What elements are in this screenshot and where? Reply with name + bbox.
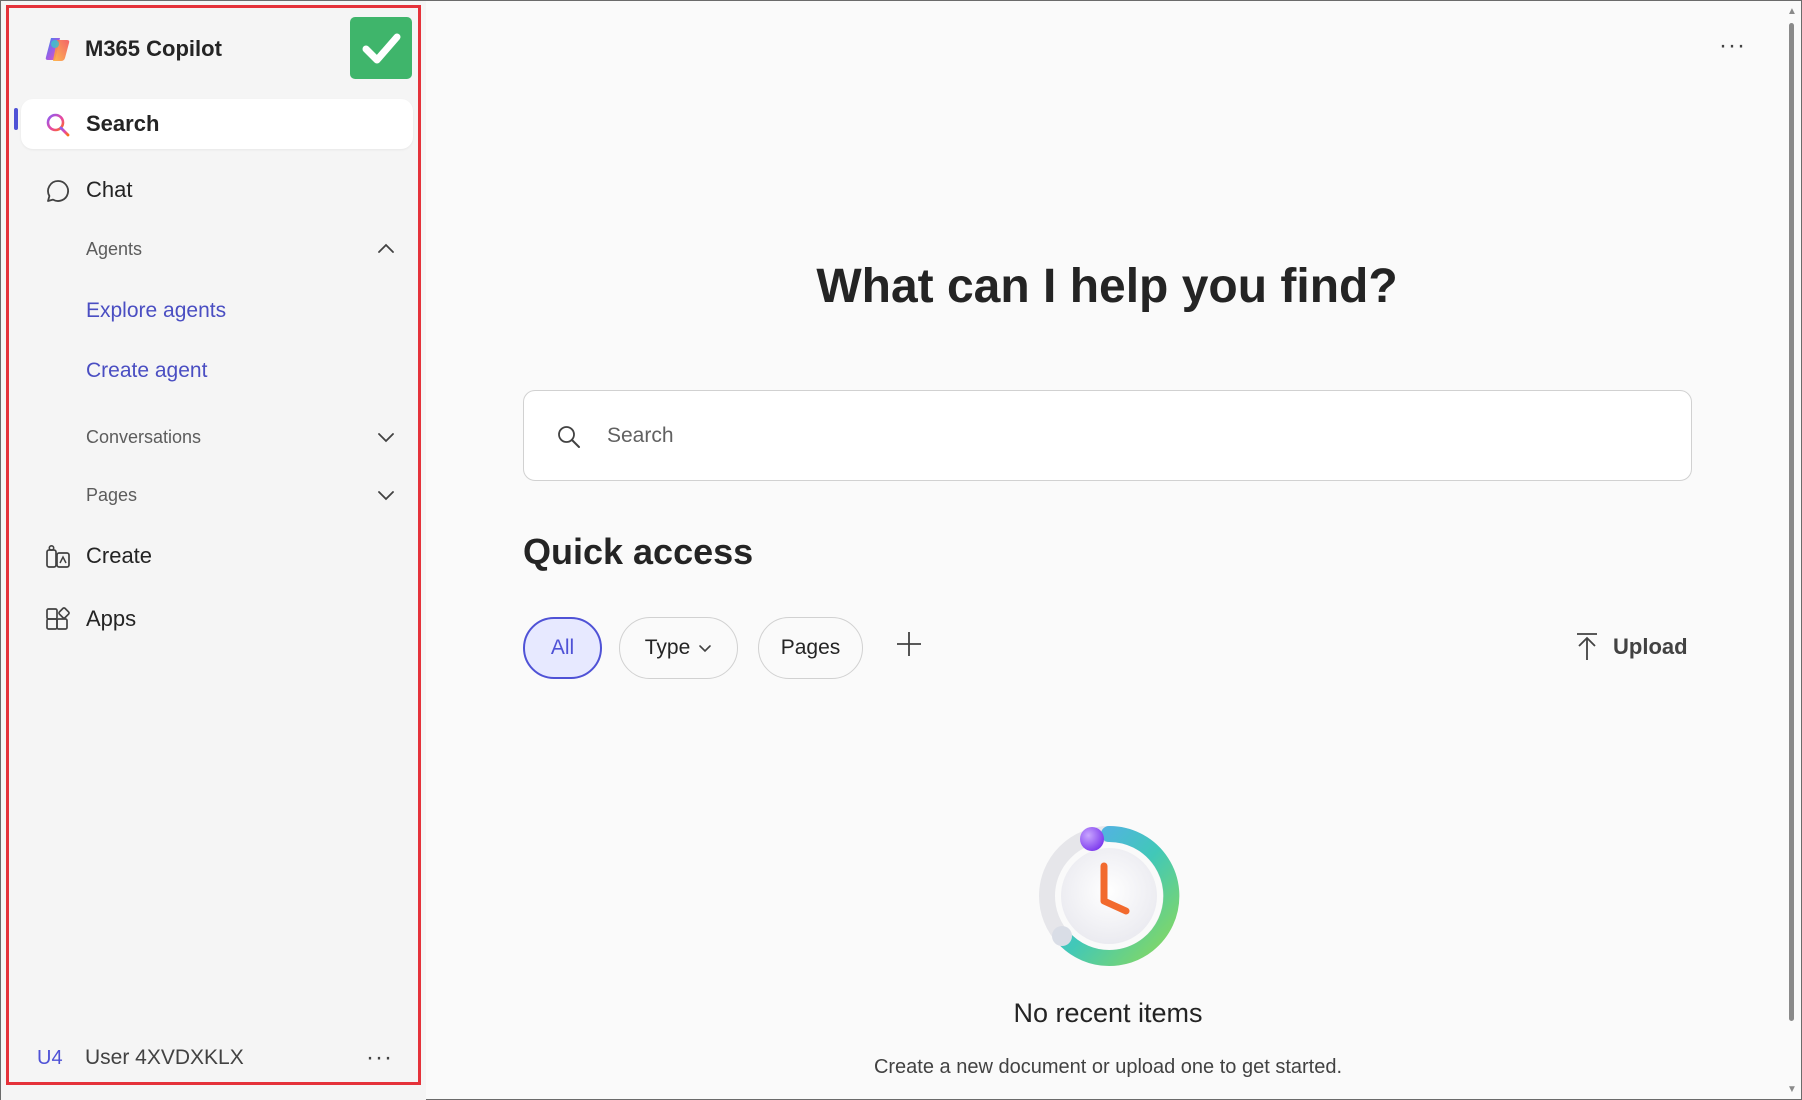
upload-button[interactable]: Upload (1575, 629, 1688, 665)
sidebar-item-label: Chat (86, 177, 133, 202)
sidebar-item-create[interactable]: Create (21, 531, 413, 581)
explore-agents-link[interactable]: Explore agents (86, 299, 226, 323)
user-name: User 4XVDXKLX (85, 1046, 244, 1069)
sidebar-item-apps[interactable]: Apps (21, 594, 413, 644)
section-label: Conversations (86, 426, 202, 447)
chevron-up-icon (378, 243, 394, 253)
upload-label: Upload (1613, 634, 1688, 659)
filter-pages-button[interactable]: Pages (758, 617, 863, 679)
brand: M365 Copilot (43, 29, 222, 69)
filter-all-button[interactable]: All (523, 617, 602, 679)
active-indicator (14, 108, 18, 130)
more-options-button[interactable]: ··· (1719, 34, 1746, 58)
copilot-logo-icon (45, 38, 70, 61)
create-icon (46, 544, 70, 568)
search-icon (46, 113, 70, 137)
recent-clock-icon (1039, 825, 1180, 966)
section-label: Pages (86, 484, 138, 505)
sidebar-section-pages[interactable]: Pages (86, 475, 396, 515)
page-title: What can I help you find? (816, 260, 1398, 313)
sidebar-item-label: Search (86, 111, 160, 136)
chevron-down-icon (378, 433, 394, 443)
chevron-down-icon (699, 645, 712, 653)
filter-type-dropdown[interactable]: Type (619, 617, 738, 679)
search-box (523, 390, 1692, 481)
user-more-button[interactable]: ··· (366, 1046, 393, 1070)
create-agent-link[interactable]: Create agent (86, 359, 207, 383)
search-icon (558, 426, 580, 448)
empty-state-subtitle: Create a new document or upload one to g… (873, 1056, 1343, 1078)
upload-icon (1577, 633, 1597, 660)
quick-access-title: Quick access (523, 531, 754, 572)
app-window: M365 Copilot Search Chat Agents Explore … (0, 0, 1802, 1100)
search-input[interactable] (607, 419, 1647, 453)
scroll-up-icon[interactable]: ▲ (1785, 7, 1799, 17)
sidebar-section-agents[interactable]: Agents (86, 229, 396, 269)
app-name: M365 Copilot (85, 36, 222, 61)
sidebar-item-label: Create (86, 543, 153, 568)
apps-icon (46, 607, 70, 630)
scrollbar[interactable] (1789, 23, 1794, 1021)
sidebar: M365 Copilot Search Chat Agents Explore … (1, 1, 426, 1100)
user-profile[interactable]: U4 User 4XVDXKLX ··· (37, 1041, 393, 1075)
scroll-down-icon[interactable]: ▼ (1785, 1085, 1799, 1095)
filter-label: All (550, 636, 575, 659)
avatar: U4 (37, 1046, 63, 1069)
check-badge-icon (350, 17, 412, 79)
sidebar-item-search[interactable]: Search (21, 99, 413, 149)
filter-label: Type (644, 636, 691, 659)
filter-label: Pages (780, 636, 841, 659)
empty-state-title: No recent items (1013, 998, 1203, 1028)
chevron-down-icon (378, 491, 394, 501)
sidebar-section-conversations[interactable]: Conversations (86, 417, 396, 457)
add-filter-icon[interactable] (894, 629, 924, 659)
section-label: Agents (86, 238, 143, 259)
chat-icon (47, 180, 69, 202)
sidebar-item-label: Apps (86, 606, 137, 631)
sidebar-item-chat[interactable]: Chat (21, 165, 413, 215)
